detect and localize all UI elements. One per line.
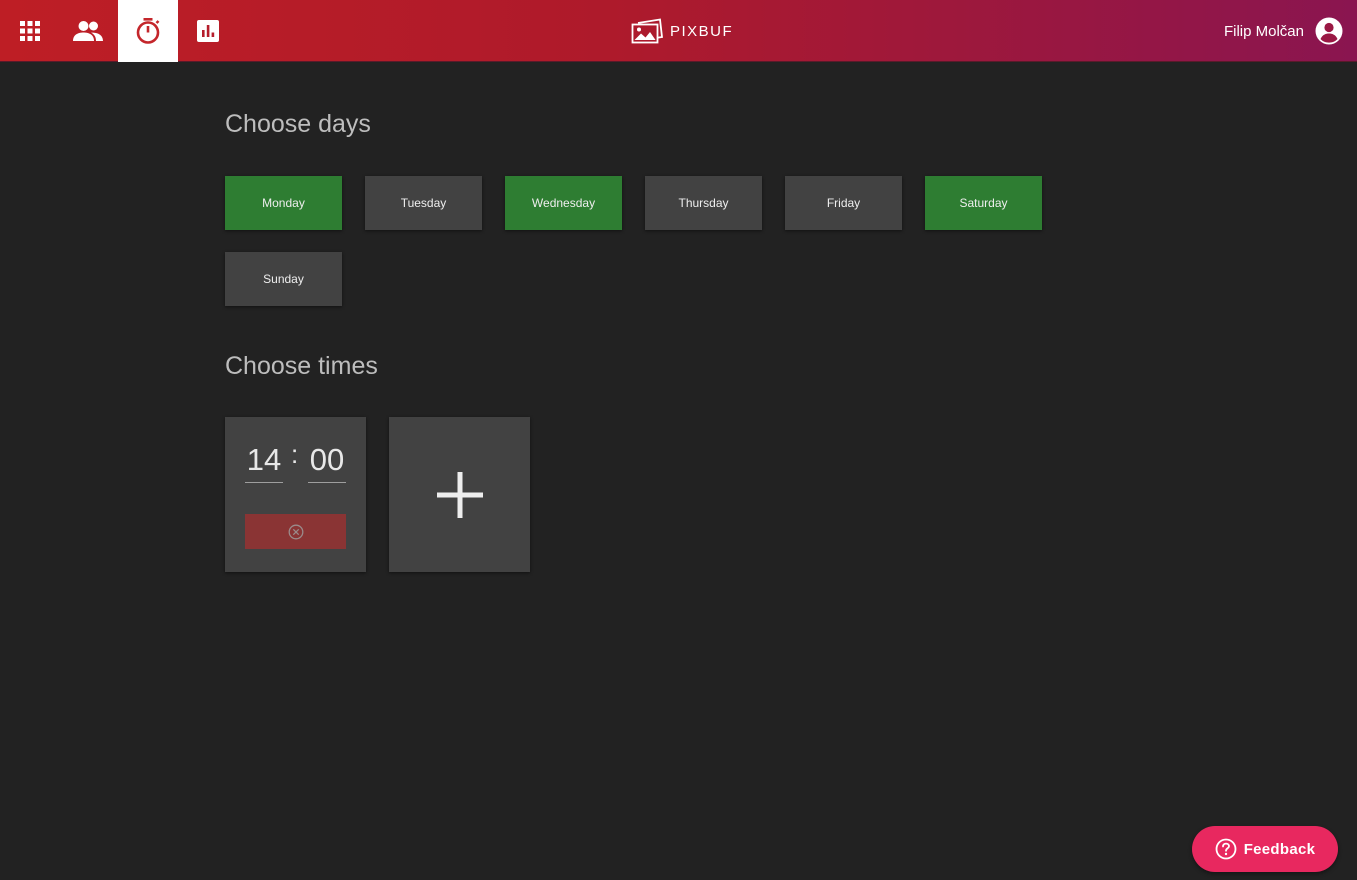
day-button-tuesday[interactable]: Tuesday xyxy=(365,176,482,230)
feedback-label: Feedback xyxy=(1243,840,1316,858)
choose-times-title: Choose times xyxy=(225,352,378,380)
nav-apps-button[interactable] xyxy=(0,0,60,62)
add-time-button[interactable] xyxy=(389,417,530,572)
plus-icon xyxy=(436,471,483,518)
top-app-bar: PIXBUF Filip Molčan xyxy=(0,0,1357,62)
choose-days-title: Choose days xyxy=(225,110,371,138)
timer-icon xyxy=(136,18,160,44)
close-circle-icon xyxy=(288,524,303,539)
brand-logo: PIXBUF xyxy=(631,17,733,45)
pixbuf-logo-icon xyxy=(631,18,663,44)
day-button-friday[interactable]: Friday xyxy=(785,176,902,230)
nav-people-button[interactable] xyxy=(58,0,118,62)
time-separator: : xyxy=(291,439,299,469)
day-button-monday[interactable]: Monday xyxy=(225,176,342,230)
hour-input[interactable]: 14 xyxy=(245,441,283,483)
nav-timer-button[interactable] xyxy=(118,0,178,62)
apps-grid-icon xyxy=(20,21,40,41)
day-button-thursday[interactable]: Thursday xyxy=(645,176,762,230)
user-name: Filip Molčan xyxy=(1223,22,1304,40)
help-circle-icon xyxy=(1215,838,1237,860)
remove-time-button[interactable] xyxy=(245,514,346,549)
bar-chart-icon xyxy=(197,20,219,42)
user-menu[interactable]: Filip Molčan xyxy=(1224,16,1343,46)
day-button-saturday[interactable]: Saturday xyxy=(925,176,1042,230)
brand-name: PIXBUF xyxy=(670,22,734,40)
time-entry-card: 14 : 00 xyxy=(225,417,366,572)
day-button-wednesday[interactable]: Wednesday xyxy=(505,176,622,230)
day-button-sunday[interactable]: Sunday xyxy=(225,252,342,306)
minute-input[interactable]: 00 xyxy=(308,441,346,483)
nav-stats-button[interactable] xyxy=(178,0,238,62)
feedback-button[interactable]: Feedback xyxy=(1192,826,1338,872)
account-circle-icon xyxy=(1315,17,1343,45)
people-icon xyxy=(73,21,103,41)
